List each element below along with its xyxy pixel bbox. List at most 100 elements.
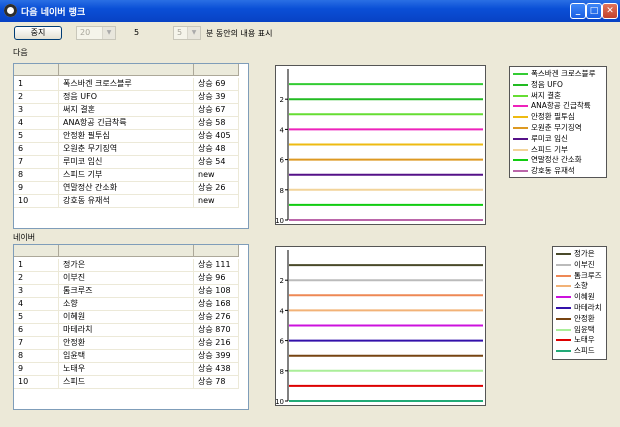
y-tick-label: 2 — [280, 277, 284, 285]
cell-keyword: 마테라치 — [59, 324, 194, 337]
window-title: 다음 네이버 랭크 — [21, 8, 86, 18]
table-row[interactable]: 3 써지 결혼 상승 67 — [14, 104, 246, 117]
table-row[interactable]: 2 정음 UFO 상승 39 — [14, 91, 246, 104]
cell-keyword: 강호동 유재석 — [59, 195, 194, 208]
maximize-button[interactable]: □ — [586, 3, 602, 19]
table-row[interactable]: 7 안정환 상승 216 — [14, 337, 246, 350]
table-row[interactable]: 3 톰크루즈 상승 108 — [14, 285, 246, 298]
chevron-down-icon[interactable]: ▼ — [187, 27, 200, 39]
legend-item: 연말정산 간소화 — [513, 155, 582, 165]
legend-item: 안정환 필투심 — [513, 112, 575, 122]
cell-rank: 4 — [14, 298, 59, 311]
legend-label: 스피드 기부 — [531, 144, 568, 154]
table-row[interactable]: 8 스피드 기부 new — [14, 169, 246, 182]
chevron-down-icon[interactable]: ▼ — [102, 27, 115, 39]
table-row[interactable]: 10 강호동 유재석 new — [14, 195, 246, 208]
cell-keyword: 노태우 — [59, 363, 194, 376]
cell-keyword: 오원춘 무기징역 — [59, 143, 194, 156]
legend-swatch — [556, 328, 571, 331]
legend-swatch — [513, 127, 528, 129]
cell-change: 상승 96 — [194, 272, 239, 285]
cell-change: 상승 39 — [194, 91, 239, 104]
legend-label: ANA항공 긴급착륙 — [531, 101, 591, 111]
minutes-suffix-label: 분 동안의 내용 표시 — [206, 29, 273, 38]
legend-swatch — [513, 148, 528, 151]
table-row[interactable]: 9 연말정산 간소화 상승 26 — [14, 182, 246, 195]
cell-change: 상승 48 — [194, 143, 239, 156]
cell-change: 상승 870 — [194, 324, 239, 337]
table-row[interactable]: 5 이혜원 상승 276 — [14, 311, 246, 324]
column-header[interactable] — [14, 64, 59, 76]
daum-chart-plot: 2 4 6 8 10 — [276, 69, 483, 224]
minutes-select[interactable]: 5 ▼ — [173, 26, 201, 40]
legend-item: 안정환 — [556, 314, 595, 324]
table-row[interactable]: 9 노태우 상승 438 — [14, 363, 246, 376]
table-row[interactable]: 4 ANA항공 긴급착륙 상승 58 — [14, 117, 246, 130]
legend-item: 루미코 임신 — [513, 134, 568, 144]
legend-item: 폭스바겐 크로스블루 — [513, 69, 595, 79]
table-row[interactable]: 10 스피드 상승 78 — [14, 376, 246, 389]
cell-change: new — [194, 195, 239, 208]
y-tick-label: 6 — [280, 157, 285, 165]
table-row[interactable]: 5 안정환 필투심 상승 405 — [14, 130, 246, 143]
legend-item: 정가은 — [556, 249, 595, 259]
legend-item: 마테라치 — [556, 303, 602, 313]
legend-swatch — [513, 170, 528, 173]
close-button[interactable]: ✕ — [602, 3, 618, 19]
table-row[interactable]: 8 임윤택 상승 399 — [14, 350, 246, 363]
legend-label: 스피드 — [574, 346, 595, 356]
table-row[interactable]: 6 마테라치 상승 870 — [14, 324, 246, 337]
daum-rank-list[interactable]: 1 폭스바겐 크로스블루 상승 69 2 정음 UFO 상승 39 3 써지 결혼 상승 67 4… — [13, 63, 249, 229]
cell-change: new — [194, 169, 239, 182]
table-row[interactable]: 1 폭스바겐 크로스블루 상승 69 — [14, 78, 246, 91]
legend-item: 소향 — [556, 281, 588, 291]
cell-rank: 9 — [14, 182, 59, 195]
legend-label: 노태우 — [574, 335, 595, 345]
cell-rank: 5 — [14, 311, 59, 324]
table-row[interactable]: 7 루미코 임신 상승 54 — [14, 156, 246, 169]
legend-item: 스피드 기부 — [513, 145, 568, 155]
legend-label: 안정환 — [574, 313, 595, 323]
legend-label: 오원춘 무기징역 — [531, 123, 582, 132]
y-tick-label: 10 — [276, 217, 284, 224]
column-header[interactable] — [14, 245, 59, 257]
cell-change: 상승 438 — [194, 363, 239, 376]
stop-button[interactable]: 중지 — [14, 26, 62, 40]
legend-label: 이혜원 — [574, 292, 595, 302]
cell-change: 상승 54 — [194, 156, 239, 169]
cell-keyword: 정가은 — [59, 259, 194, 272]
cell-rank: 8 — [14, 350, 59, 363]
cell-keyword: 소향 — [59, 298, 194, 311]
column-header[interactable] — [59, 245, 194, 257]
cell-keyword: 임윤택 — [59, 350, 194, 363]
cell-rank: 10 — [14, 376, 59, 389]
column-header[interactable] — [59, 64, 194, 76]
naver-rank-list[interactable]: 1 정가은 상승 111 2 이부진 상승 96 3 톰크루즈 상승 108 4 소향 상승 168 5… — [13, 244, 249, 410]
cell-change: 상승 399 — [194, 350, 239, 363]
y-tick-label: 2 — [280, 96, 284, 104]
interval-select[interactable]: 20 ▼ — [76, 26, 116, 40]
cell-change: 상승 216 — [194, 337, 239, 350]
legend-swatch — [556, 350, 571, 353]
minimize-button[interactable]: _ — [570, 3, 586, 19]
cell-change: 상승 405 — [194, 130, 239, 143]
cell-change: 상승 168 — [194, 298, 239, 311]
cell-change: 상승 276 — [194, 311, 239, 324]
title-bar: 다음 네이버 랭크 _ □ ✕ — [0, 0, 620, 22]
naver-section-label: 네이버 — [13, 233, 36, 242]
legend-label: 이부진 — [574, 259, 595, 269]
column-header[interactable] — [194, 245, 239, 257]
column-header[interactable] — [194, 64, 239, 76]
cell-keyword: 스피드 — [59, 376, 194, 389]
legend-swatch — [556, 263, 571, 266]
naver-chart-legend: 정가은 이부진 톰크루즈 소향 이혜원 마테라치 안정환 임윤택 노태우 스피드 — [552, 246, 607, 360]
table-row[interactable]: 6 오원춘 무기징역 상승 48 — [14, 143, 246, 156]
cell-keyword: 안정환 — [59, 337, 194, 350]
legend-label: 루미코 임신 — [531, 133, 568, 143]
table-row[interactable]: 4 소향 상승 168 — [14, 298, 246, 311]
table-row[interactable]: 1 정가은 상승 111 — [14, 259, 246, 272]
table-row[interactable]: 2 이부진 상승 96 — [14, 272, 246, 285]
cell-rank: 4 — [14, 117, 59, 130]
cell-keyword: 루미코 임신 — [59, 156, 194, 169]
cell-keyword: 톰크루즈 — [59, 285, 194, 298]
